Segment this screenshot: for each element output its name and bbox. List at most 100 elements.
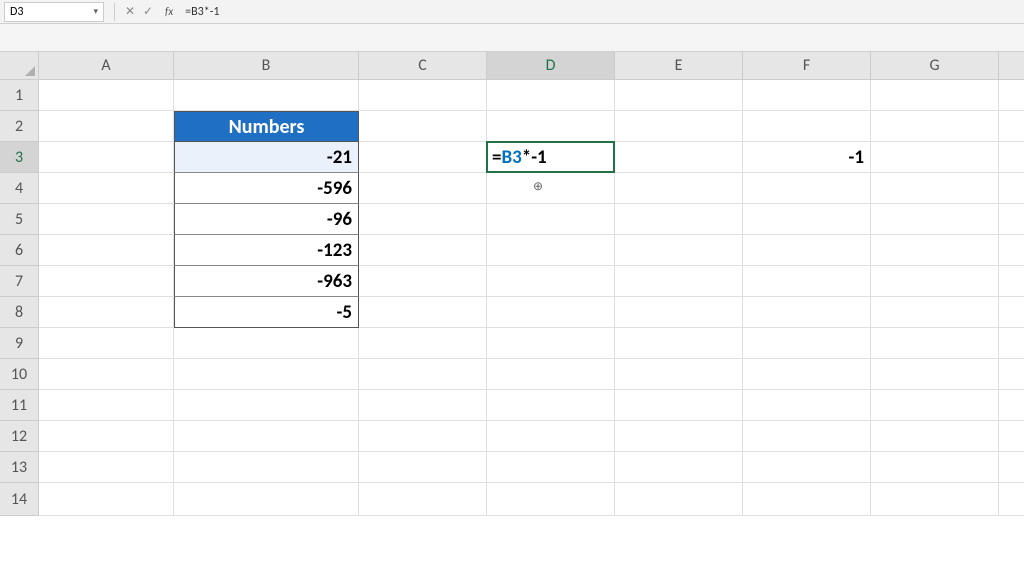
cell-G7[interactable] (871, 266, 999, 297)
cell-F11[interactable] (743, 390, 871, 421)
cell-F13[interactable] (743, 452, 871, 483)
cancel-button[interactable]: ✕ (121, 3, 139, 21)
column-header-partial[interactable] (999, 52, 1024, 80)
cell-C13[interactable] (359, 452, 487, 483)
cell-A1[interactable] (39, 80, 174, 111)
cell-D5[interactable] (487, 204, 615, 235)
cell-H9[interactable] (999, 328, 1024, 359)
cell-A3[interactable] (39, 142, 174, 173)
cell-A10[interactable] (39, 359, 174, 390)
cell-G1[interactable] (871, 80, 999, 111)
cell-C4[interactable] (359, 173, 487, 204)
cell-D13[interactable] (487, 452, 615, 483)
cell-F5[interactable] (743, 204, 871, 235)
cell-E13[interactable] (615, 452, 743, 483)
cell-F3[interactable]: -1 (743, 142, 871, 173)
cell-H12[interactable] (999, 421, 1024, 452)
row-header-3[interactable]: 3 (0, 142, 39, 173)
cell-E6[interactable] (615, 235, 743, 266)
cell-E10[interactable] (615, 359, 743, 390)
cell-B8[interactable]: -5 (174, 297, 359, 328)
cell-E1[interactable] (615, 80, 743, 111)
fx-icon[interactable]: fx (165, 5, 173, 18)
cell-G4[interactable] (871, 173, 999, 204)
column-header-D[interactable]: D (487, 52, 615, 80)
cell-C5[interactable] (359, 204, 487, 235)
cell-F8[interactable] (743, 297, 871, 328)
row-header-11[interactable]: 11 (0, 390, 39, 421)
cell-G3[interactable] (871, 142, 999, 173)
row-header-5[interactable]: 5 (0, 204, 39, 235)
cell-B11[interactable] (174, 390, 359, 421)
confirm-button[interactable]: ✓ (139, 3, 157, 21)
cell-H1[interactable] (999, 80, 1024, 111)
cell-C1[interactable] (359, 80, 487, 111)
cell-B4[interactable]: -596 (174, 173, 359, 204)
cell-C12[interactable] (359, 421, 487, 452)
cell-G6[interactable] (871, 235, 999, 266)
cell-B6[interactable]: -123 (174, 235, 359, 266)
cell-F14[interactable] (743, 483, 871, 516)
row-header-4[interactable]: 4 (0, 173, 39, 204)
cell-H14[interactable] (999, 483, 1024, 516)
column-header-F[interactable]: F (743, 52, 871, 80)
cell-A14[interactable] (39, 483, 174, 516)
cell-G5[interactable] (871, 204, 999, 235)
cell-G2[interactable] (871, 111, 999, 142)
cell-F12[interactable] (743, 421, 871, 452)
cell-A5[interactable] (39, 204, 174, 235)
cell-D10[interactable] (487, 359, 615, 390)
cell-F10[interactable] (743, 359, 871, 390)
cell-E12[interactable] (615, 421, 743, 452)
row-header-13[interactable]: 13 (0, 452, 39, 483)
cell-H8[interactable] (999, 297, 1024, 328)
cell-F4[interactable] (743, 173, 871, 204)
cell-A8[interactable] (39, 297, 174, 328)
cell-D1[interactable] (487, 80, 615, 111)
cell-A12[interactable] (39, 421, 174, 452)
cell-E7[interactable] (615, 266, 743, 297)
row-header-9[interactable]: 9 (0, 328, 39, 359)
cell-C2[interactable] (359, 111, 487, 142)
cell-A2[interactable] (39, 111, 174, 142)
cell-B1[interactable] (174, 80, 359, 111)
select-all-corner[interactable] (0, 52, 39, 80)
cell-F9[interactable] (743, 328, 871, 359)
cell-A11[interactable] (39, 390, 174, 421)
cell-C14[interactable] (359, 483, 487, 516)
cell-H5[interactable] (999, 204, 1024, 235)
cell-H6[interactable] (999, 235, 1024, 266)
cell-D11[interactable] (487, 390, 615, 421)
cell-C10[interactable] (359, 359, 487, 390)
cell-B5[interactable]: -96 (174, 204, 359, 235)
cell-E4[interactable] (615, 173, 743, 204)
cell-E2[interactable] (615, 111, 743, 142)
cell-F7[interactable] (743, 266, 871, 297)
cell-E11[interactable] (615, 390, 743, 421)
cell-G9[interactable] (871, 328, 999, 359)
cell-D8[interactable] (487, 297, 615, 328)
cell-H13[interactable] (999, 452, 1024, 483)
name-box[interactable]: D3 ▾ (4, 2, 104, 22)
cell-B7[interactable]: -963 (174, 266, 359, 297)
row-header-2[interactable]: 2 (0, 111, 39, 142)
cell-F6[interactable] (743, 235, 871, 266)
cell-B3[interactable]: -21 (174, 142, 359, 173)
cell-F1[interactable] (743, 80, 871, 111)
column-header-B[interactable]: B (174, 52, 359, 80)
cell-A6[interactable] (39, 235, 174, 266)
cell-E5[interactable] (615, 204, 743, 235)
cell-G13[interactable] (871, 452, 999, 483)
cell-C6[interactable] (359, 235, 487, 266)
row-header-12[interactable]: 12 (0, 421, 39, 452)
cell-D6[interactable] (487, 235, 615, 266)
cell-G12[interactable] (871, 421, 999, 452)
cell-D2[interactable] (487, 111, 615, 142)
cell-D12[interactable] (487, 421, 615, 452)
cell-H2[interactable] (999, 111, 1024, 142)
column-header-C[interactable]: C (359, 52, 487, 80)
cell-E8[interactable] (615, 297, 743, 328)
cell-B9[interactable] (174, 328, 359, 359)
cell-B12[interactable] (174, 421, 359, 452)
row-header-10[interactable]: 10 (0, 359, 39, 390)
